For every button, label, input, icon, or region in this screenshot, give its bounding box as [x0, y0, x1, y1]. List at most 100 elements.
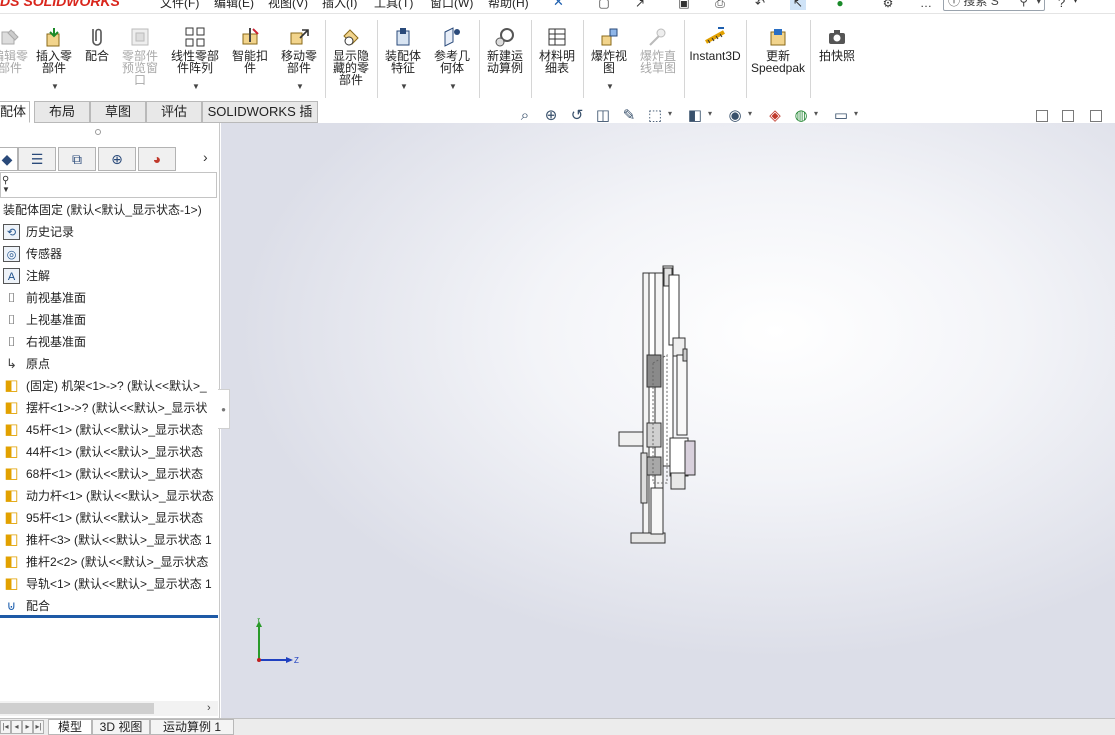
chevron-down-icon[interactable]: ▼: [192, 81, 200, 93]
tree-item-part[interactable]: ◧ 45杆<1> (默认<<默认>_显示状态: [0, 419, 220, 441]
chevron-down-icon[interactable]: ▼: [296, 81, 304, 93]
chevron-down-icon[interactable]: ▾: [708, 109, 712, 118]
tab-solidworks-addins[interactable]: SOLIDWORKS 插件: [202, 101, 318, 139]
scrollbar-thumb[interactable]: [0, 703, 154, 714]
panel-grip-icon[interactable]: [95, 129, 101, 135]
tree-item-right-plane[interactable]: ⌷ 右视基准面: [0, 331, 220, 353]
save-icon[interactable]: ▣: [676, 0, 692, 10]
tree-item-part[interactable]: ◧ (固定) 机架<1>->? (默认<<默认>_: [0, 375, 220, 397]
tree-root-assembly[interactable]: 装配体固定 (默认<默认_显示状态-1>): [0, 199, 220, 221]
tree-item-origin[interactable]: ↳ 原点: [0, 353, 220, 375]
menu-file[interactable]: 文件(F): [160, 0, 199, 11]
new-motion-study-button[interactable]: 新建运 动算例: [482, 14, 528, 100]
chevron-down-icon[interactable]: ▾: [668, 109, 672, 118]
last-tab-icon[interactable]: ▸|: [33, 720, 44, 734]
tab-assembly[interactable]: 配体: [0, 101, 30, 123]
smart-fasteners-button[interactable]: 智能扣 件: [228, 14, 272, 100]
more-icon[interactable]: …: [918, 0, 934, 10]
tab-layout[interactable]: 布局: [34, 101, 90, 123]
tab-model[interactable]: 模型: [48, 719, 92, 735]
zoom-to-area-icon[interactable]: ⊕: [541, 106, 561, 126]
menu-edit[interactable]: 编辑(E): [214, 0, 254, 11]
menu-tools[interactable]: 工具(T): [374, 0, 413, 11]
next-tab-icon[interactable]: ▸: [22, 720, 33, 734]
tree-item-history[interactable]: ⟲ 历史记录: [0, 221, 220, 243]
maximize-pane-icon[interactable]: [1090, 110, 1102, 122]
new-file-icon[interactable]: ▢: [596, 0, 612, 10]
explode-line-sketch-button[interactable]: 爆炸直 线草图: [634, 14, 682, 100]
property-manager-tab[interactable]: ☰: [18, 147, 56, 171]
first-tab-icon[interactable]: |◂: [0, 720, 11, 734]
tree-item-front-plane[interactable]: ⌷ 前视基准面: [0, 287, 220, 309]
mate-button[interactable]: 配合: [80, 14, 114, 100]
chevron-down-icon[interactable]: ▼: [51, 81, 59, 93]
chevron-down-icon[interactable]: ▼: [449, 81, 457, 93]
linear-pattern-button[interactable]: 线性零部 件阵列 ▼: [166, 14, 224, 100]
help-dropdown-icon[interactable]: ▾: [1073, 0, 1078, 6]
chevron-down-icon[interactable]: ▾: [854, 109, 858, 118]
search-dropdown-icon[interactable]: ▾: [1036, 0, 1041, 10]
graphics-area[interactable]: Y Z: [221, 123, 1115, 718]
tree-item-part[interactable]: ◧ 推杆2<2> (默认<<默认>_显示状态: [0, 551, 220, 573]
tree-item-part[interactable]: ◧ 动力杆<1> (默认<<默认>_显示状态: [0, 485, 220, 507]
chevron-down-icon[interactable]: ▾: [748, 109, 752, 118]
instant3d-button[interactable]: Instant3D: [687, 14, 743, 100]
configuration-manager-tab[interactable]: ⧉: [58, 147, 96, 171]
previous-view-icon[interactable]: ↺: [567, 106, 587, 126]
menu-help[interactable]: 帮助(H): [488, 0, 529, 11]
display-style-icon[interactable]: ◧: [685, 106, 705, 126]
dynamic-annotation-icon[interactable]: ✎: [619, 106, 639, 126]
assembly-model-side-view[interactable]: [221, 123, 1115, 718]
open-file-icon[interactable]: ↗: [632, 0, 648, 10]
hide-show-items-icon[interactable]: ◉: [725, 106, 745, 126]
horizontal-scrollbar[interactable]: ›: [0, 701, 218, 716]
options-gear-icon[interactable]: ⚙: [880, 0, 896, 10]
chevron-down-icon[interactable]: ▾: [814, 109, 818, 118]
reference-geometry-button[interactable]: 参考几 何体 ▼: [428, 14, 476, 100]
tab-sketch[interactable]: 草图: [90, 101, 146, 123]
apply-scene-icon[interactable]: ◍: [791, 106, 811, 126]
edit-appearance-icon[interactable]: ◈: [765, 106, 785, 126]
tree-item-annotations[interactable]: A 注解: [0, 265, 220, 287]
restore-pane-icon[interactable]: [1062, 110, 1074, 122]
insert-component-button[interactable]: 插入零 部件 ▼: [32, 14, 76, 100]
show-hidden-components-button[interactable]: 显示隐 藏的零 部件: [328, 14, 374, 100]
tab-evaluate[interactable]: 评估: [146, 101, 202, 123]
move-component-button[interactable]: 移动零 部件 ▼: [276, 14, 322, 100]
minimize-pane-icon[interactable]: [1036, 110, 1048, 122]
edit-component-button[interactable]: 编辑零 部件: [0, 14, 32, 100]
tab-3d-view[interactable]: 3D 视图: [92, 719, 150, 735]
previous-tab-icon[interactable]: ◂: [11, 720, 22, 734]
feature-manager-tab[interactable]: ◆: [0, 147, 18, 171]
tree-item-top-plane[interactable]: ⌷ 上视基准面: [0, 309, 220, 331]
help-button[interactable]: ?: [1058, 0, 1065, 10]
tree-item-part[interactable]: ◧ 95杆<1> (默认<<默认>_显示状态: [0, 507, 220, 529]
chevron-down-icon[interactable]: ▼: [400, 81, 408, 93]
undo-icon[interactable]: ↶: [752, 0, 768, 10]
rebuild-icon[interactable]: ●: [832, 0, 848, 10]
menu-window[interactable]: 窗口(W): [430, 0, 473, 11]
select-icon[interactable]: ↖: [790, 0, 806, 10]
dimxpert-manager-tab[interactable]: ⊕: [98, 147, 136, 171]
tree-overflow-handle[interactable]: ●: [218, 389, 230, 429]
tree-item-sensors[interactable]: ◎ 传感器: [0, 243, 220, 265]
tree-item-part[interactable]: ◧ 68杆<1> (默认<<默认>_显示状态: [0, 463, 220, 485]
assembly-feature-button[interactable]: 装配体 特征 ▼: [380, 14, 426, 100]
update-speedpak-button[interactable]: 更新 Speedpak: [749, 14, 807, 100]
scroll-right-icon[interactable]: ›: [207, 701, 211, 716]
take-snapshot-button[interactable]: 拍快照: [813, 14, 861, 100]
menu-view[interactable]: 视图(V): [268, 0, 308, 11]
tree-item-mates[interactable]: ⊍ 配合: [0, 595, 220, 617]
tab-motion-study[interactable]: 运动算例 1: [150, 719, 234, 735]
display-manager-tab[interactable]: ◕: [138, 147, 176, 171]
tree-item-part[interactable]: ◧ 44杆<1> (默认<<默认>_显示状态: [0, 441, 220, 463]
tree-item-part[interactable]: ◧ 导轨<1> (默认<<默认>_显示状态 1: [0, 573, 220, 595]
search-input[interactable]: ⓘ 搜索 S ⚲ ▾: [943, 0, 1045, 11]
exploded-view-button[interactable]: 爆炸视 图 ▼: [586, 14, 632, 100]
view-settings-icon[interactable]: ▭: [831, 106, 851, 126]
chevron-right-icon[interactable]: ›: [203, 149, 208, 165]
tree-item-part[interactable]: ◧ 推杆<3> (默认<<默认>_显示状态 1: [0, 529, 220, 551]
menu-insert[interactable]: 插入(I): [322, 0, 357, 11]
section-view-icon[interactable]: ◫: [593, 106, 613, 126]
print-icon[interactable]: ⎙: [712, 0, 728, 10]
